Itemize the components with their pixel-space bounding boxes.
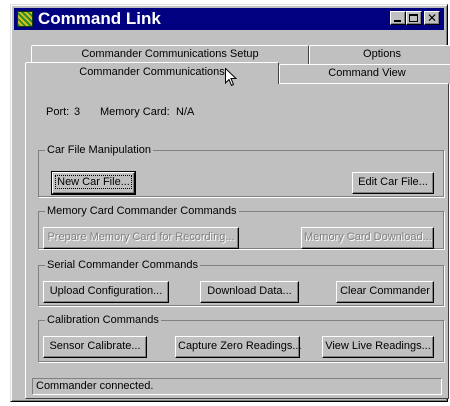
status-bar: Commander connected. [32, 378, 442, 395]
app-icon[interactable] [17, 11, 33, 27]
prepare-memory-card-button[interactable]: Prepare Memory Card for Recording... [43, 227, 239, 249]
calibration-commands-legend: Calibration Commands [47, 314, 159, 326]
tab-options[interactable]: Options [309, 45, 450, 65]
new-car-file-button[interactable]: New Car File... [51, 171, 136, 195]
close-button[interactable]: ✕ [424, 11, 440, 25]
serial-commands-group: Serial Commander Commands Upload Configu… [38, 259, 444, 306]
capture-zero-readings-button[interactable]: Capture Zero Readings... [175, 336, 302, 358]
memory-card-value: N/A [176, 106, 195, 118]
mouse-pointer-icon [225, 68, 237, 87]
tab-panel-commander-communications: Port: 3 Memory Card: N/A Car File Manipu… [25, 83, 449, 399]
download-data-button[interactable]: Download Data... [200, 281, 299, 303]
sensor-calibrate-button[interactable]: Sensor Calibrate... [43, 336, 147, 358]
clear-commander-button[interactable]: Clear Commander [336, 281, 434, 303]
serial-commands-legend: Serial Commander Commands [47, 259, 198, 271]
tab-command-view[interactable]: Command View [279, 64, 450, 84]
port-value: 3 [74, 106, 81, 118]
car-file-legend: Car File Manipulation [47, 144, 151, 156]
new-car-file-label: New Car File... [55, 175, 132, 189]
minimize-button[interactable] [390, 11, 406, 25]
maximize-button[interactable] [406, 11, 422, 25]
port-label: Port: [46, 106, 70, 118]
memory-card-legend: Memory Card Commander Commands [47, 205, 237, 217]
memory-card-group: Memory Card Commander Commands Prepare M… [38, 205, 444, 249]
command-link-window: Command Link ✕ Commander Communications … [10, 4, 450, 402]
calibration-commands-group: Calibration Commands Sensor Calibrate...… [38, 314, 444, 362]
minimize-icon [394, 20, 401, 22]
window-title: Command Link [38, 9, 161, 28]
close-icon: ✕ [426, 11, 438, 25]
title-bar[interactable]: Command Link ✕ [14, 8, 444, 30]
tab-commander-communications[interactable]: Commander Communications [25, 62, 279, 84]
memory-card-download-button[interactable]: Memory Card Download... [301, 227, 434, 249]
maximize-icon [409, 14, 418, 22]
edit-car-file-button[interactable]: Edit Car File... [352, 172, 434, 194]
view-live-readings-button[interactable]: View Live Readings... [322, 336, 434, 358]
upload-configuration-button[interactable]: Upload Configuration... [43, 281, 169, 303]
car-file-group: Car File Manipulation New Car File... Ed… [38, 144, 444, 197]
memory-card-label: Memory Card: [100, 106, 170, 118]
